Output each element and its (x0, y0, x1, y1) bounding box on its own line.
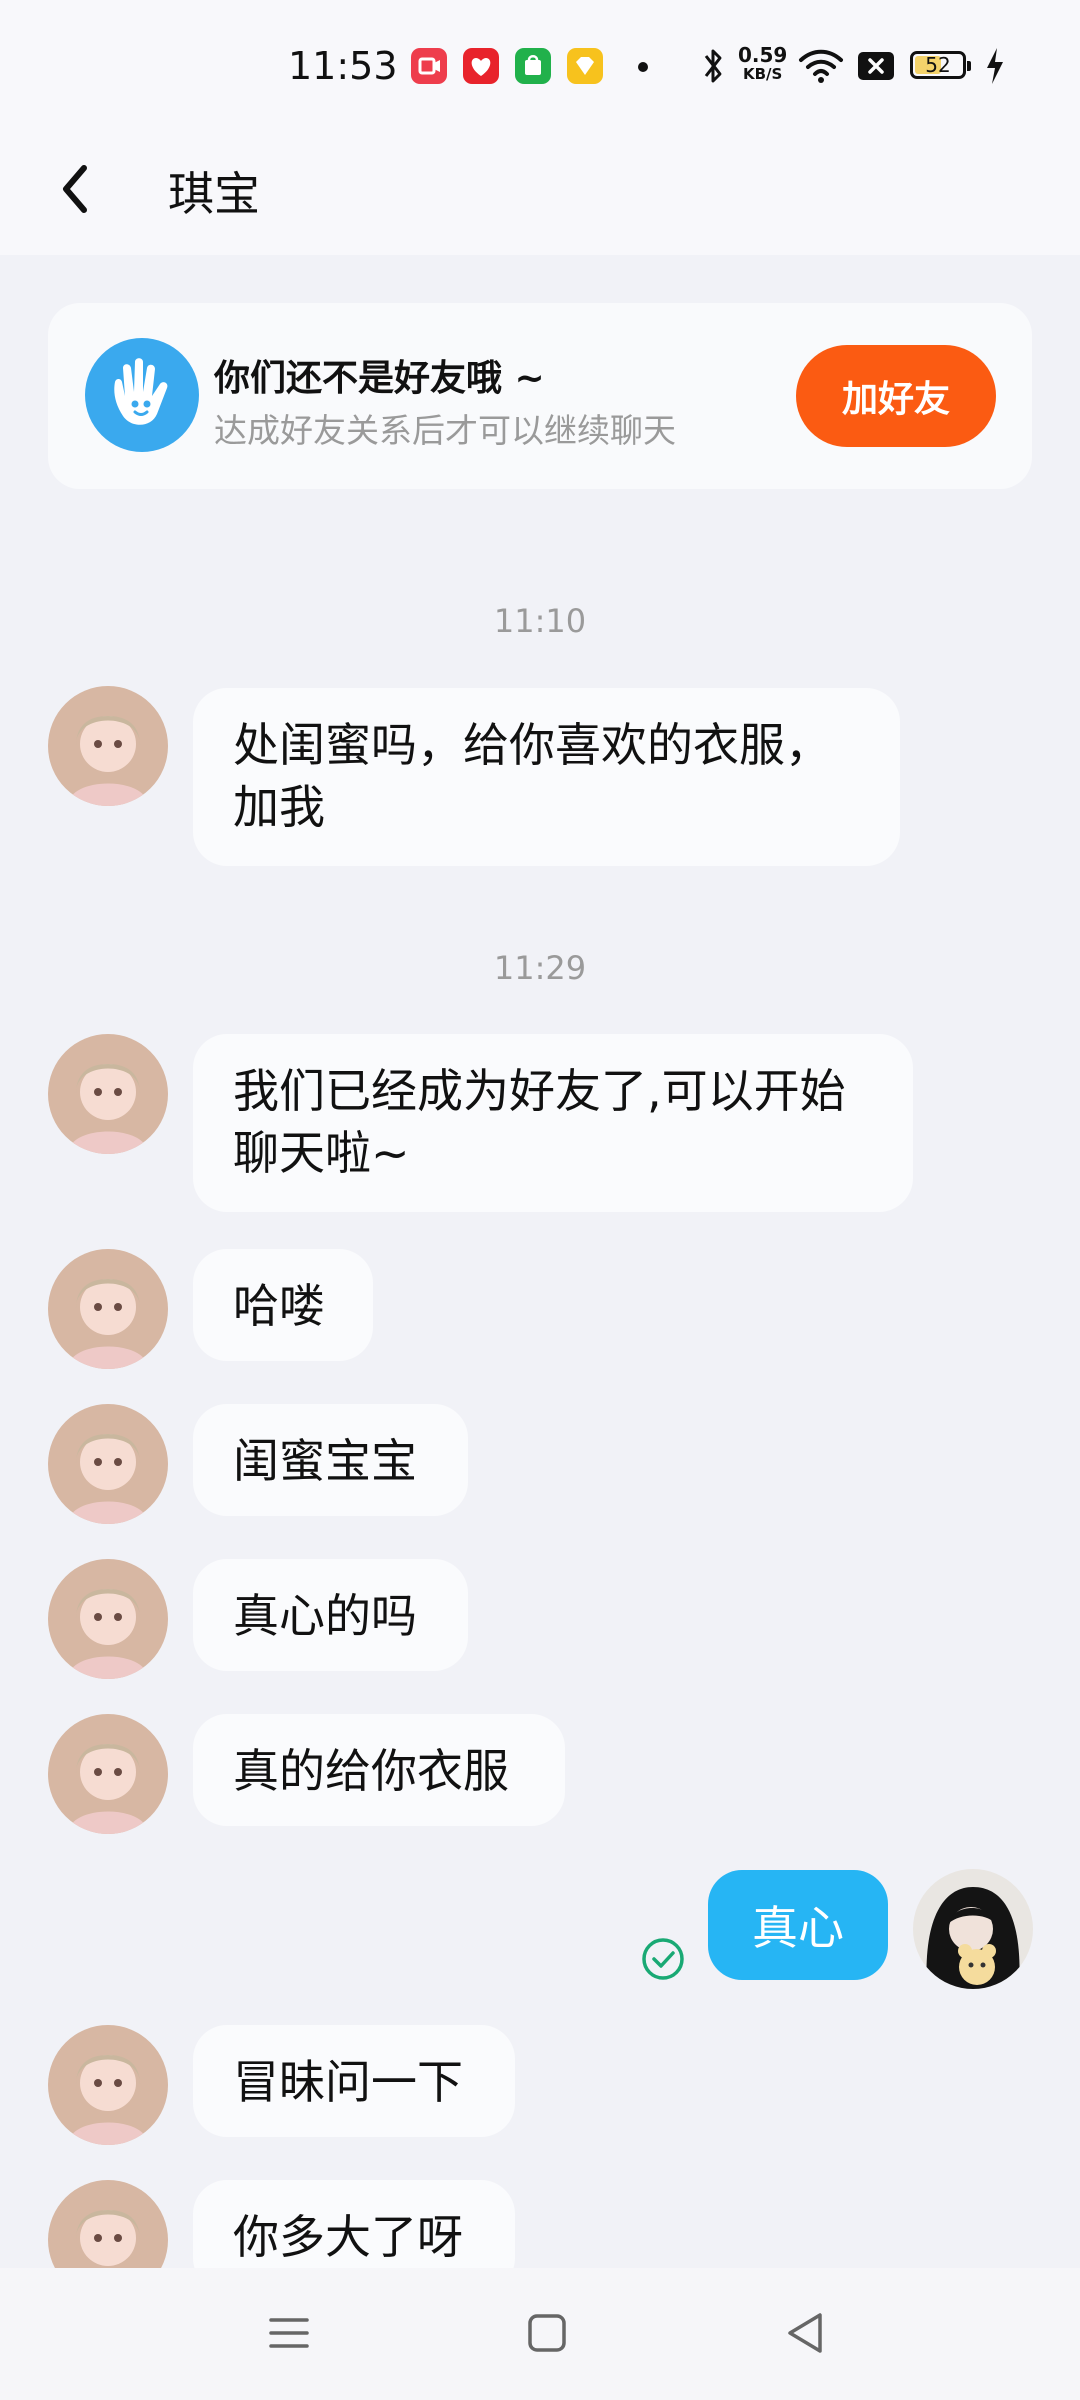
charging-bolt-icon (987, 48, 1003, 84)
message-timestamp: 11:29 (493, 949, 587, 987)
message-text-line: 你多大了呀 (233, 2210, 463, 2264)
no-sim-icon (858, 52, 894, 80)
contact-avatar[interactable] (48, 686, 168, 806)
message-bubble-incoming[interactable]: 我们已经成为好友了,可以开始 聊天啦~ (193, 1034, 913, 1212)
system-nav-bar (0, 2268, 1080, 2400)
message-bubble-incoming[interactable]: 处闺蜜吗，给你喜欢的衣服， 加我 (193, 688, 900, 866)
notification-dot-icon (638, 62, 648, 72)
back-triangle-icon[interactable] (770, 2298, 840, 2368)
contact-avatar[interactable] (48, 1249, 168, 1369)
message-text-line: 哈喽 (233, 1279, 325, 1333)
red-heart-app-icon (463, 48, 499, 84)
network-speed-value: 0.59 (738, 43, 788, 67)
banner-title: 你们还不是好友哦 ~ (214, 358, 545, 399)
add-friend-button[interactable]: 加好友 (796, 345, 996, 447)
battery-level: 52 (925, 53, 951, 77)
message-bubble-incoming[interactable]: 冒昧问一下 (193, 2025, 515, 2137)
back-arrow-icon[interactable] (50, 154, 110, 224)
network-speed-unit: KB/S (743, 65, 783, 83)
contact-avatar[interactable] (48, 1559, 168, 1679)
battery-indicator: 52 (910, 51, 971, 79)
green-shopping-app-icon (515, 48, 551, 84)
contact-avatar[interactable] (48, 2025, 168, 2145)
banner-subtitle: 达成好友关系后才可以继续聊天 (214, 411, 676, 450)
message-bubble-incoming[interactable]: 真的给你衣服 (193, 1714, 565, 1826)
not-friends-banner: 你们还不是好友哦 ~ 达成好友关系后才可以继续聊天 加好友 (48, 303, 1032, 489)
message-text-line: 真的给你衣服 (233, 1744, 509, 1798)
red-video-app-icon (411, 48, 447, 84)
message-bubble-incoming[interactable]: 闺蜜宝宝 (193, 1404, 468, 1516)
message-timestamp: 11:10 (493, 602, 587, 640)
contact-avatar[interactable] (48, 1714, 168, 1834)
read-check-icon (642, 1938, 684, 1980)
home-square-icon[interactable] (512, 2298, 582, 2368)
message-text-line: 我们已经成为好友了,可以开始 (233, 1064, 846, 1118)
my-avatar[interactable] (913, 1869, 1033, 1989)
network-speed: 0.59 KB/S (738, 43, 788, 84)
message-text-line: 处闺蜜吗，给你喜欢的衣服， (233, 718, 831, 772)
message-text-line: 加我 (233, 780, 325, 834)
chat-header: 琪宝 (0, 130, 1080, 255)
status-time: 11:53 (288, 44, 398, 88)
contact-avatar[interactable] (48, 1404, 168, 1524)
yellow-diamond-app-icon (567, 48, 603, 84)
chat-title: 琪宝 (168, 167, 260, 221)
bluetooth-icon (704, 49, 722, 83)
status-bar: 11:53 0.59 KB/S 52 (0, 0, 1080, 130)
message-bubble-incoming[interactable]: 真心的吗 (193, 1559, 468, 1671)
message-bubble-incoming[interactable]: 哈喽 (193, 1249, 373, 1361)
message-text-line: 闺蜜宝宝 (233, 1434, 417, 1488)
message-bubble-outgoing[interactable]: 真心 (708, 1870, 888, 1980)
waving-hand-icon (85, 338, 199, 452)
message-text-line: 真心的吗 (233, 1589, 417, 1643)
contact-avatar[interactable] (48, 1034, 168, 1154)
message-text-line: 冒昧问一下 (233, 2055, 463, 2109)
menu-icon[interactable] (254, 2298, 324, 2368)
message-text-line: 聊天啦~ (233, 1126, 410, 1180)
wifi-icon (799, 49, 843, 83)
